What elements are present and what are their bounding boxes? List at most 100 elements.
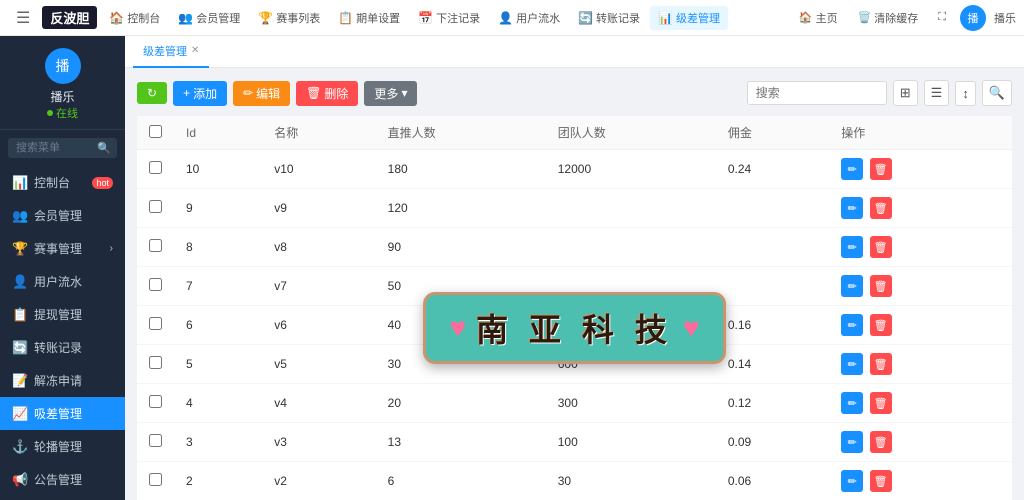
edit-row-button[interactable]: ✏ — [841, 431, 863, 453]
grid-icon: ⊞ — [900, 85, 911, 100]
row-checkbox[interactable] — [149, 473, 162, 486]
sidebar-item-anchor[interactable]: ⚓ 轮播管理 — [0, 430, 125, 463]
cache-icon: 🗑️ — [858, 11, 872, 24]
column-settings-button[interactable]: ↕ — [955, 81, 976, 106]
grid-view-button[interactable]: ⊞ — [893, 80, 918, 106]
sidebar-user-section: 播 播乐 在线 — [0, 36, 125, 130]
row-checkbox[interactable] — [149, 278, 162, 291]
members-nav-icon: 👥 — [178, 11, 193, 25]
delete-row-button[interactable]: 🗑 — [870, 158, 892, 180]
top-nav-transfer[interactable]: 🔄 转账记录 — [570, 6, 648, 30]
delete-row-button[interactable]: 🗑 — [870, 470, 892, 492]
toolbar-right: ⊞ ☰ ↕ 🔍 — [747, 80, 1012, 106]
top-nav-right: 🏠 主页 🗑️ 清除缓存 ⛶ 播 播乐 — [793, 5, 1016, 31]
table-row: 8 v8 90 ✏ 🗑 — [137, 228, 1012, 267]
edit-row-button[interactable]: ✏ — [841, 314, 863, 336]
sidebar-item-transfer[interactable]: 🔄 转账记录 — [0, 331, 125, 364]
row-name: v10 — [262, 150, 375, 189]
row-checkbox-cell — [137, 228, 174, 267]
delete-row-button[interactable]: 🗑 — [870, 236, 892, 258]
delete-icon: 🗑 — [306, 86, 321, 100]
top-nav-members[interactable]: 👥 会员管理 — [170, 6, 248, 30]
row-commission — [716, 228, 829, 267]
row-checkbox[interactable] — [149, 161, 162, 174]
sidebar-item-dashboard[interactable]: 📊 控制台 hot — [0, 166, 125, 199]
row-checkbox[interactable] — [149, 434, 162, 447]
top-nav-flow[interactable]: 👤 用户流水 — [490, 6, 568, 30]
select-all-checkbox[interactable] — [149, 125, 162, 138]
top-nav-betting[interactable]: 📋 期单设置 — [330, 6, 408, 30]
refresh-button[interactable]: ↻ — [137, 82, 167, 104]
edit-icon: ✏ — [243, 86, 253, 100]
more-button[interactable]: 更多 ▾ — [364, 81, 417, 106]
dashboard-icon: 📊 — [12, 175, 28, 191]
delete-button[interactable]: 🗑 删除 — [296, 81, 358, 106]
table-container: ♥ 南 亚 科 技 ♥ Id 名称 直推人数 — [137, 116, 1012, 500]
list-view-button[interactable]: ☰ — [924, 80, 950, 106]
expand-btn[interactable]: ⛶ — [932, 9, 952, 26]
top-nav-level[interactable]: 📊 级差管理 — [650, 6, 728, 30]
delete-row-button[interactable]: 🗑 — [870, 431, 892, 453]
edit-row-button[interactable]: ✏ — [841, 353, 863, 375]
edit-row-button[interactable]: ✏ — [841, 158, 863, 180]
row-direct: 120 — [376, 189, 546, 228]
delete-row-button[interactable]: 🗑 — [870, 392, 892, 414]
sidebar-item-online[interactable]: 🌐 在线命令管理 › — [0, 496, 125, 500]
edit-button[interactable]: ✏ 编辑 — [233, 81, 290, 106]
home-btn[interactable]: 🏠 主页 — [793, 8, 844, 28]
list-icon: ☰ — [931, 85, 943, 100]
row-checkbox[interactable] — [149, 239, 162, 252]
row-direct: 13 — [376, 423, 546, 462]
row-checkbox[interactable] — [149, 200, 162, 213]
user-avatar-top[interactable]: 播 — [960, 5, 986, 31]
column-icon: ↕ — [962, 86, 969, 101]
row-team: 1000 — [546, 306, 716, 345]
row-name: v4 — [262, 384, 375, 423]
top-nav-events[interactable]: 🏆 赛事列表 — [250, 6, 328, 30]
sidebar-menu: 📊 控制台 hot 👥 会员管理 🏆 赛事管理 › 👤 用户流水 📋 提现管理 — [0, 166, 125, 500]
edit-row-button[interactable]: ✏ — [841, 275, 863, 297]
sidebar-item-appeal[interactable]: 📝 解冻申请 — [0, 364, 125, 397]
table-toolbar: ↻ + 添加 ✏ 编辑 🗑 删除 更多 ▾ — [137, 80, 1012, 106]
row-checkbox-cell — [137, 189, 174, 228]
flow-nav-icon: 👤 — [498, 11, 513, 25]
tab-close-icon[interactable]: ✕ — [191, 45, 199, 56]
row-actions: ✏ 🗑 — [829, 462, 1012, 500]
edit-row-button[interactable]: ✏ — [841, 470, 863, 492]
events-nav-icon: 🏆 — [258, 11, 273, 25]
table-row: 9 v9 120 ✏ 🗑 — [137, 189, 1012, 228]
sidebar-item-notice[interactable]: 📢 公告管理 — [0, 463, 125, 496]
sidebar-item-betting[interactable]: 📋 提现管理 — [0, 298, 125, 331]
search-button[interactable]: 🔍 — [982, 80, 1012, 106]
row-checkbox[interactable] — [149, 317, 162, 330]
edit-row-button[interactable]: ✏ — [841, 392, 863, 414]
top-nav-dashboard[interactable]: 🏠 控制台 — [101, 6, 168, 30]
sidebar-item-level[interactable]: 📈 吸差管理 — [0, 397, 125, 430]
edit-row-button[interactable]: ✏ — [841, 197, 863, 219]
clear-cache-btn[interactable]: 🗑️ 清除缓存 — [852, 8, 925, 28]
table-search-input[interactable] — [747, 81, 887, 105]
row-direct: 90 — [376, 228, 546, 267]
sidebar-item-userflow[interactable]: 👤 用户流水 — [0, 265, 125, 298]
top-nav-menu: 🏠 控制台 👥 会员管理 🏆 赛事列表 📋 期单设置 📅 下注记录 👤 — [101, 6, 793, 30]
delete-row-button[interactable]: 🗑 — [870, 314, 892, 336]
row-team — [546, 267, 716, 306]
row-id: 10 — [174, 150, 262, 189]
add-button[interactable]: + 添加 — [173, 81, 227, 106]
sidebar-item-members[interactable]: 👥 会员管理 — [0, 199, 125, 232]
delete-row-button[interactable]: 🗑 — [870, 275, 892, 297]
edit-row-button[interactable]: ✏ — [841, 236, 863, 258]
delete-row-button[interactable]: 🗑 — [870, 197, 892, 219]
row-name: v5 — [262, 345, 375, 384]
row-checkbox[interactable] — [149, 356, 162, 369]
row-checkbox[interactable] — [149, 395, 162, 408]
row-team — [546, 228, 716, 267]
hamburger-icon[interactable]: ☰ — [8, 8, 38, 28]
table-row: 5 v5 30 600 0.14 ✏ 🗑 — [137, 345, 1012, 384]
delete-row-button[interactable]: 🗑 — [870, 353, 892, 375]
top-nav-orders[interactable]: 📅 下注记录 — [410, 6, 488, 30]
sidebar-item-events[interactable]: 🏆 赛事管理 › — [0, 232, 125, 265]
orders-nav-icon: 📅 — [418, 11, 433, 25]
row-checkbox-cell — [137, 267, 174, 306]
tab-level-mgmt[interactable]: 级差管理 ✕ — [133, 36, 209, 68]
